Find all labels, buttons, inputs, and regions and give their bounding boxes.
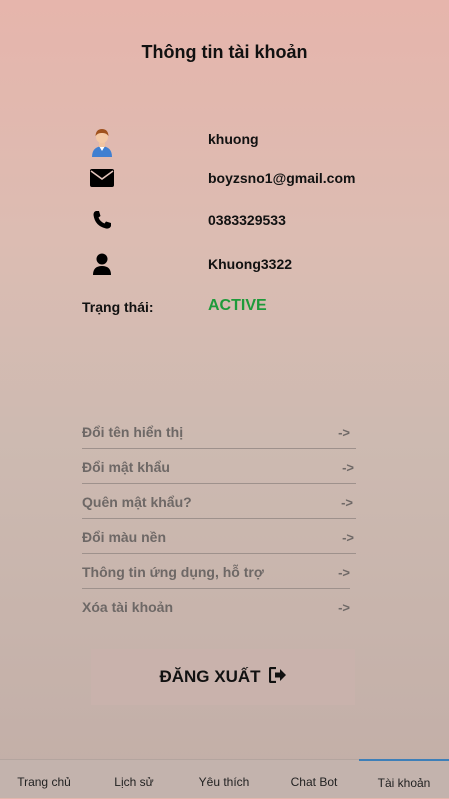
- arrow-right-icon: ->: [338, 565, 350, 580]
- tab-chat-bot[interactable]: Chat Bot: [270, 760, 358, 798]
- settings-menu: Đổi tên hiển thị -> Đổi mật khẩu -> Quên…: [82, 414, 356, 623]
- menu-item-delete-account[interactable]: Xóa tài khoản ->: [82, 589, 356, 623]
- profile-phone: 0383329533: [208, 212, 286, 228]
- profile-email: boyzsno1@gmail.com: [208, 170, 356, 186]
- menu-item-change-background[interactable]: Đổi màu nền ->: [82, 519, 356, 554]
- profile-username-row: Khuong3322: [0, 250, 449, 280]
- profile-name: khuong: [208, 131, 259, 147]
- arrow-right-icon: ->: [341, 495, 353, 510]
- envelope-icon: [88, 164, 116, 192]
- tab-home[interactable]: Trang chủ: [0, 760, 88, 798]
- status-badge: ACTIVE: [208, 297, 267, 314]
- menu-item-label: Đổi mật khẩu: [82, 459, 170, 475]
- sign-out-icon: [268, 666, 287, 688]
- person-icon: [88, 250, 116, 278]
- arrow-right-icon: ->: [342, 530, 354, 545]
- tab-label: Yêu thích: [198, 775, 250, 789]
- status-label: Trạng thái:: [82, 299, 154, 315]
- menu-item-label: Đổi tên hiển thị: [82, 424, 184, 440]
- logout-label: ĐĂNG XUẤT: [159, 667, 261, 686]
- phone-icon: [88, 206, 116, 234]
- logout-button[interactable]: ĐĂNG XUẤT: [91, 649, 355, 705]
- menu-item-label: Xóa tài khoản: [82, 599, 174, 615]
- user-avatar-icon: [88, 126, 116, 158]
- menu-item-label: Đổi màu nền: [82, 529, 167, 545]
- tab-label: Tài khoản: [377, 776, 431, 790]
- bottom-nav: Trang chủ Lịch sử Yêu thích Chat Bot Tài…: [0, 759, 449, 798]
- tab-label: Chat Bot: [290, 775, 338, 789]
- profile-email-row: boyzsno1@gmail.com: [0, 164, 449, 194]
- profile-name-row: khuong: [0, 126, 449, 158]
- page-title: Thông tin tài khoản: [141, 42, 308, 62]
- menu-item-label: Thông tin ứng dụng, hỗ trợ: [82, 564, 264, 580]
- profile-phone-row: 0383329533: [0, 206, 449, 236]
- tab-favorites[interactable]: Yêu thích: [180, 760, 268, 798]
- menu-item-label: Quên mật khẩu?: [82, 494, 192, 510]
- tab-label: Trang chủ: [17, 775, 71, 789]
- tab-history[interactable]: Lịch sử: [90, 760, 178, 798]
- menu-item-forgot-password[interactable]: Quên mật khẩu? ->: [82, 484, 356, 519]
- tab-label: Lịch sử: [114, 775, 154, 789]
- profile-username: Khuong3322: [208, 256, 293, 272]
- arrow-right-icon: ->: [338, 600, 350, 615]
- menu-item-change-password[interactable]: Đổi mật khẩu ->: [82, 449, 356, 484]
- menu-item-rename[interactable]: Đổi tên hiển thị ->: [82, 414, 356, 449]
- arrow-right-icon: ->: [342, 460, 354, 475]
- arrow-right-icon: ->: [338, 425, 350, 440]
- menu-item-app-info[interactable]: Thông tin ứng dụng, hỗ trợ ->: [82, 554, 350, 589]
- tab-account[interactable]: Tài khoản: [359, 759, 449, 799]
